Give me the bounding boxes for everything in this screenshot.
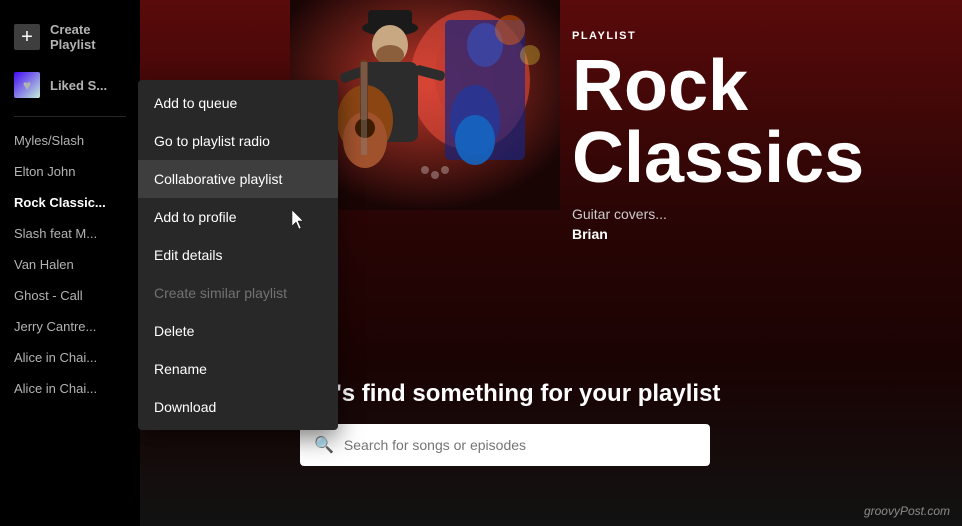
watermark: groovyPost.com xyxy=(864,504,950,518)
find-title-text: et's find something for your playlist xyxy=(315,380,721,407)
context-menu: Add to queue Go to playlist radio Collab… xyxy=(138,80,338,430)
context-menu-item-add-to-profile[interactable]: Add to profile xyxy=(138,198,338,236)
search-icon: 🔍 xyxy=(314,435,334,455)
playlist-title: Rock Classics xyxy=(572,50,932,194)
context-menu-item-add-to-queue[interactable]: Add to queue xyxy=(138,84,338,122)
create-playlist-button[interactable]: + Create Playlist xyxy=(0,12,140,62)
sidebar: + Create Playlist ♥ Liked S... Myles/Sla… xyxy=(0,0,140,526)
playlist-info: PLAYLIST Rock Classics Guitar covers... … xyxy=(572,30,932,242)
liked-songs-label: Liked S... xyxy=(50,78,107,93)
plus-icon: + xyxy=(14,24,40,50)
context-menu-item-delete[interactable]: Delete xyxy=(138,312,338,350)
sidebar-item-van-halen[interactable]: Van Halen xyxy=(0,249,140,280)
playlist-type-label: PLAYLIST xyxy=(572,30,932,42)
context-menu-item-collaborative-playlist[interactable]: Collaborative playlist xyxy=(138,160,338,198)
find-section: Let's find something for your playlist 🔍 xyxy=(300,380,750,466)
context-menu-item-create-similar-playlist: Create similar playlist xyxy=(138,274,338,312)
context-menu-item-download[interactable]: Download xyxy=(138,388,338,426)
sidebar-item-ghost-call[interactable]: Ghost - Call xyxy=(0,280,140,311)
context-menu-item-edit-details[interactable]: Edit details xyxy=(138,236,338,274)
sidebar-item-rock-classics[interactable]: Rock Classic... xyxy=(0,187,140,218)
liked-songs-icon: ♥ xyxy=(14,72,40,98)
find-title: Let's find something for your playlist xyxy=(300,380,750,408)
liked-songs-item[interactable]: ♥ Liked S... xyxy=(0,62,140,108)
sidebar-item-slash-feat[interactable]: Slash feat M... xyxy=(0,218,140,249)
search-input[interactable] xyxy=(344,437,696,453)
context-menu-item-rename[interactable]: Rename xyxy=(138,350,338,388)
sidebar-item-jerry[interactable]: Jerry Cantre... xyxy=(0,311,140,342)
sidebar-item-alice1[interactable]: Alice in Chai... xyxy=(0,342,140,373)
sidebar-divider xyxy=(14,116,126,117)
sidebar-item-myles-slash[interactable]: Myles/Slash xyxy=(0,125,140,156)
sidebar-item-alice2[interactable]: Alice in Chai... xyxy=(0,373,140,404)
playlist-description: Guitar covers... xyxy=(572,206,932,222)
sidebar-playlist-list: Myles/Slash Elton John Rock Classic... S… xyxy=(0,125,140,526)
playlist-owner: Brian xyxy=(572,226,932,242)
context-menu-item-go-to-playlist-radio[interactable]: Go to playlist radio xyxy=(138,122,338,160)
sidebar-item-elton-john[interactable]: Elton John xyxy=(0,156,140,187)
search-bar: 🔍 xyxy=(300,424,710,466)
create-playlist-label: Create Playlist xyxy=(50,22,126,52)
